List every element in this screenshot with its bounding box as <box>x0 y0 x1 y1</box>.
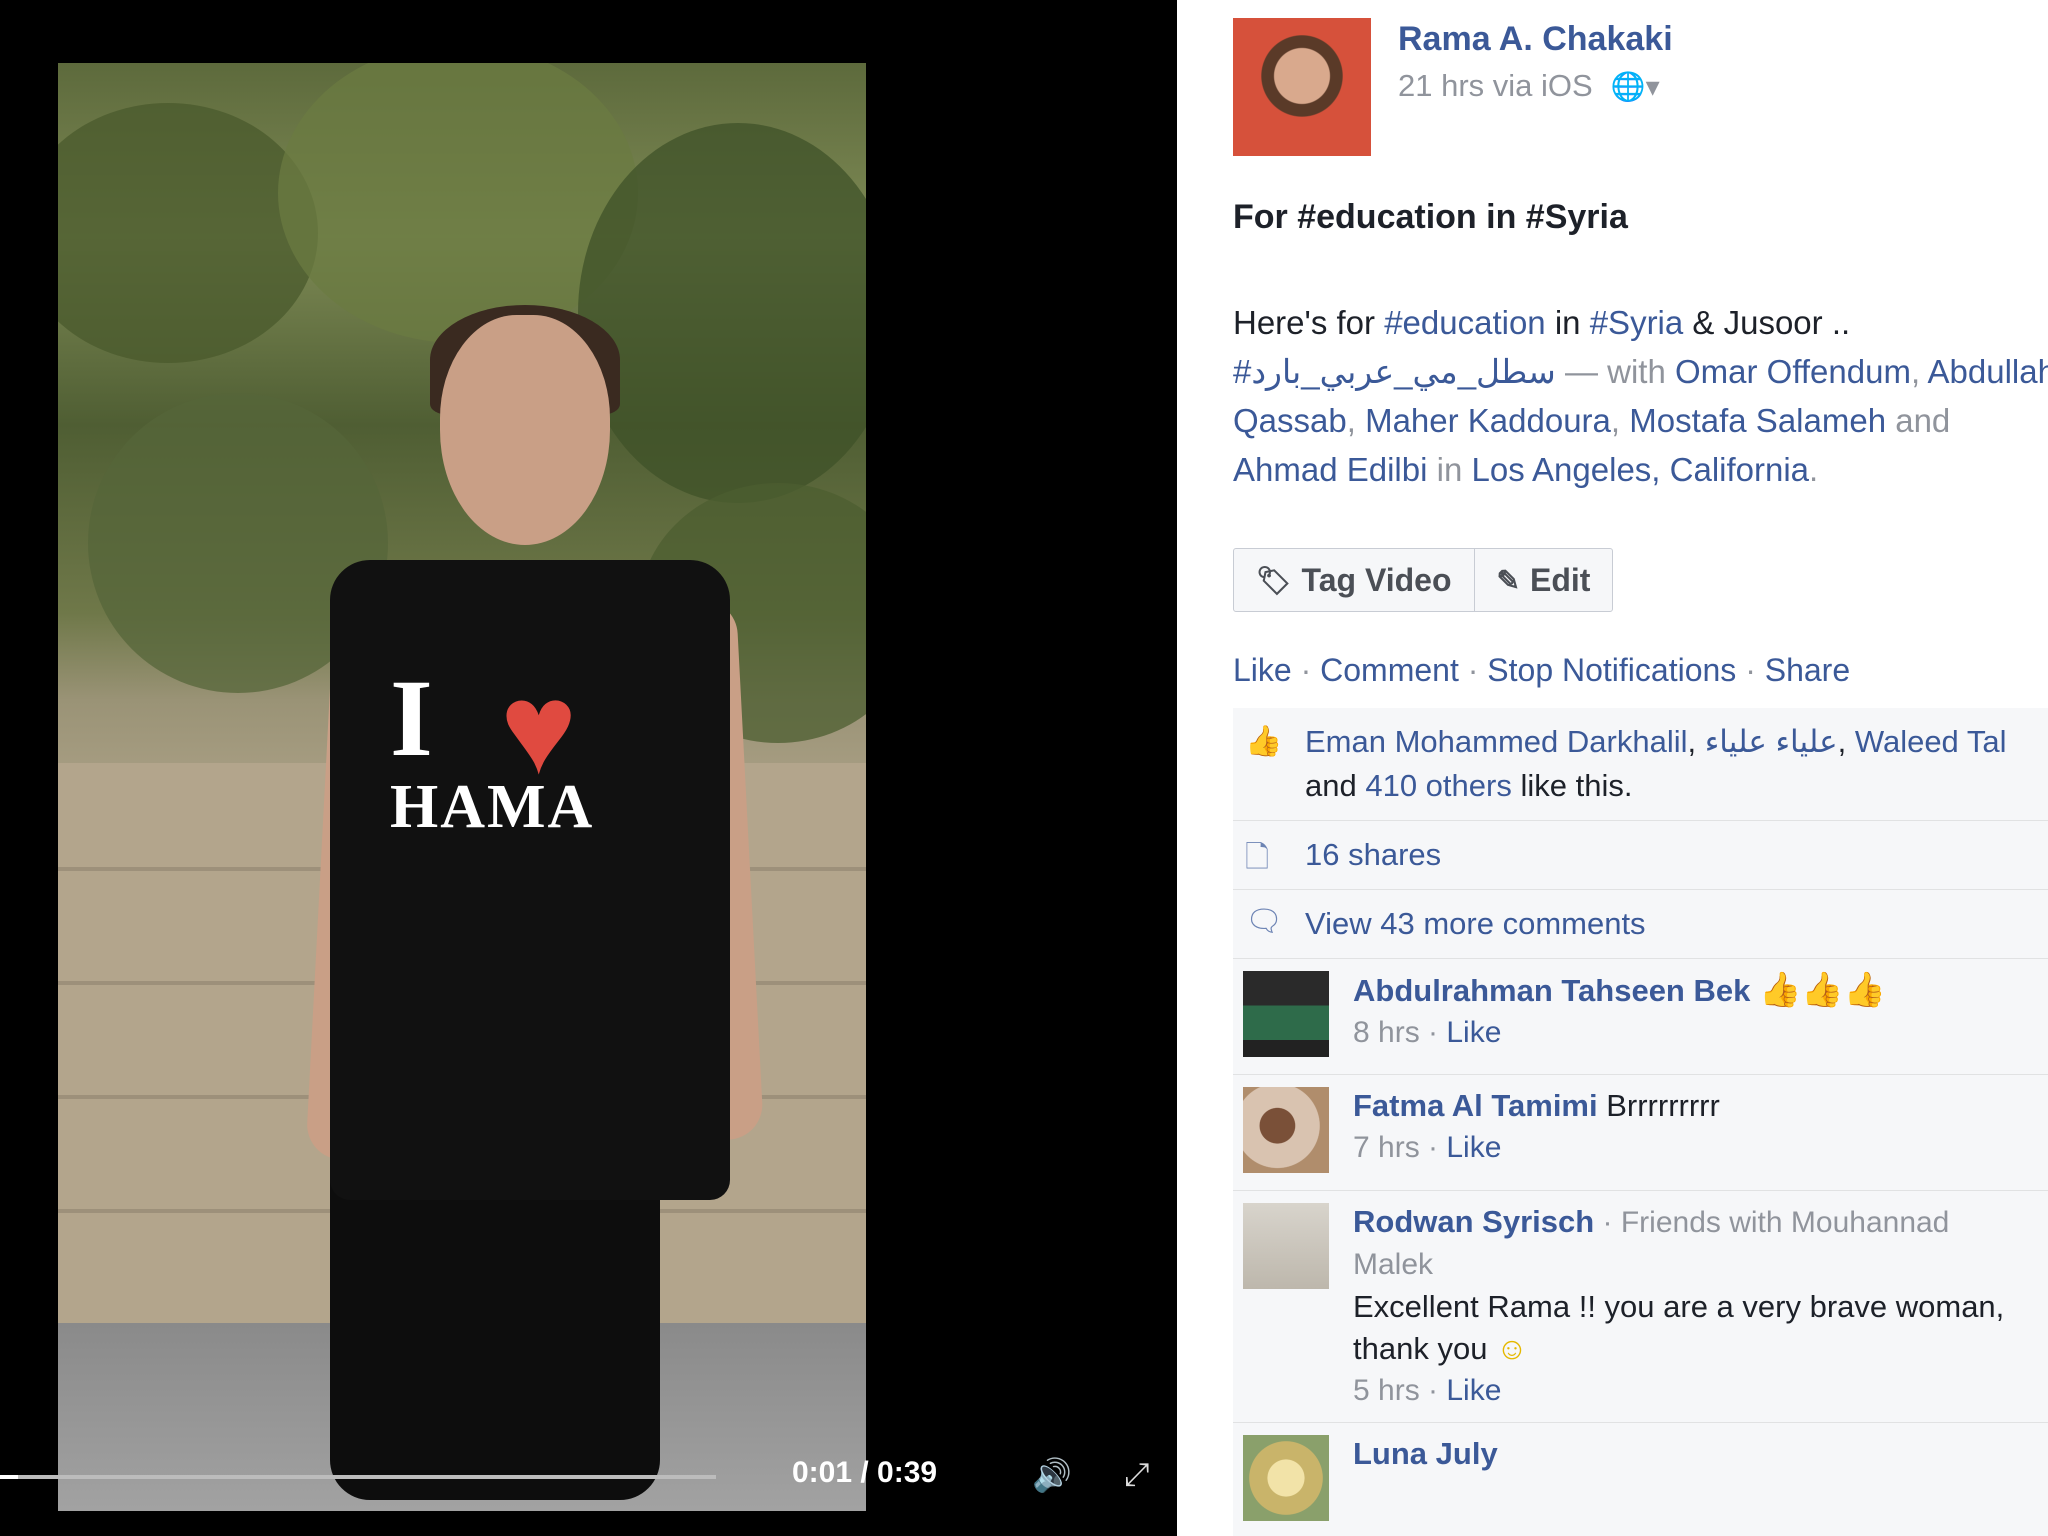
likes-text: like this. <box>1511 768 1633 803</box>
mutual-friends-text: · Friends with Mouhannad <box>1594 1206 1950 1239</box>
body-text: , <box>1346 402 1366 439</box>
time-display: 0:01 / 0:39 <box>792 1456 938 1489</box>
post-meta: 21 hrs via iOS 🌐▾ <box>1398 68 1660 104</box>
commenter-avatar[interactable] <box>1243 1087 1329 1173</box>
comment: Luna July <box>1233 1423 2048 1536</box>
commenter-name[interactable]: Abdulrahman Tahseen Bek <box>1353 973 1750 1008</box>
author-name[interactable]: Rama A. Chakaki <box>1398 20 1673 59</box>
shirt-print: I ♥ HAMA <box>390 655 670 843</box>
tagged-friend-link[interactable]: Maher Kaddoura <box>1365 402 1611 439</box>
edit-button[interactable]: ✎ Edit <box>1473 549 1613 611</box>
commenter-avatar[interactable] <box>1243 971 1329 1057</box>
separator: · <box>1736 652 1765 688</box>
author-avatar[interactable] <box>1233 18 1371 156</box>
comment-time[interactable]: 7 hrs <box>1353 1131 1420 1164</box>
progress-fill <box>0 1475 18 1479</box>
body-text: . <box>1809 451 1819 488</box>
separator: · <box>1291 652 1321 688</box>
volume-icon[interactable]: 🔊 <box>1032 1456 1072 1494</box>
commenter-avatar[interactable] <box>1243 1203 1329 1289</box>
post-action-links: Like · Comment · Stop Notifications · Sh… <box>1233 652 1850 689</box>
separator: · <box>1419 1374 1447 1407</box>
thumbs-up-icon: 👍 <box>1245 725 1283 758</box>
likes-text: and <box>1305 768 1366 803</box>
video-controls: 0:01 / 0:39 🔊 ⤢ <box>0 1430 1177 1520</box>
liker-link[interactable]: Waleed Tal <box>1855 724 2007 759</box>
view-more-comments-link[interactable]: View 43 more comments <box>1305 906 1646 941</box>
comment: Rodwan Syrisch · Friends with Mouhannad … <box>1233 1191 2048 1423</box>
view-more-row: 🗨 View 43 more comments <box>1233 890 2048 959</box>
commenter-avatar[interactable] <box>1243 1435 1329 1521</box>
like-link[interactable]: Like <box>1233 652 1292 688</box>
post-time[interactable]: 21 hrs via iOS <box>1398 68 1593 103</box>
post-panel: Rama A. Chakaki 21 hrs via iOS 🌐▾ For #ed… <box>1177 0 2048 1536</box>
commenter-name[interactable]: Fatma Al Tamimi <box>1353 1088 1598 1123</box>
person-head <box>440 315 610 545</box>
body-text: and <box>1886 402 1951 439</box>
stop-notifications-link[interactable]: Stop Notifications <box>1487 652 1736 688</box>
video-player[interactable]: I ♥ HAMA 0:01 / 0:39 🔊 ⤢ <box>0 0 1177 1536</box>
body-text: Here's for <box>1233 304 1385 341</box>
likes-row: 👍 Eman Mohammed Darkhalil, علياء علياء, … <box>1233 708 2048 821</box>
globe-icon[interactable]: 🌐▾ <box>1611 71 1660 102</box>
separator: · <box>1458 652 1488 688</box>
smiley-icon: ☺ <box>1496 1331 1528 1366</box>
heart-icon: ♥ <box>500 658 578 802</box>
comment-text: thank you <box>1353 1331 1488 1366</box>
comment-link[interactable]: Comment <box>1320 652 1459 688</box>
post-title: For #education in #Syria <box>1233 198 1628 236</box>
tag-video-button[interactable]: 🏷 Tag Video <box>1234 549 1474 611</box>
post-action-buttons: 🏷 Tag Video ✎ Edit <box>1233 548 1614 612</box>
comment-text: Excellent Rama !! you are a very brave w… <box>1353 1289 2005 1324</box>
separator: · <box>1419 1131 1447 1164</box>
comment-like-link[interactable]: Like <box>1446 1016 1501 1049</box>
tag-video-label: Tag Video <box>1301 561 1452 598</box>
body-text: , <box>1610 402 1630 439</box>
comment-time[interactable]: 8 hrs <box>1353 1016 1420 1049</box>
post-body: Here's for #education in #Syria & Jusoor… <box>1233 298 2048 494</box>
body-text: , <box>1910 353 1928 390</box>
tagged-friend-link[interactable]: Qassab <box>1233 402 1347 439</box>
body-text: — with <box>1555 353 1675 390</box>
hashtag-link[interactable]: #Syria <box>1590 304 1684 341</box>
mutual-friends-text: Malek <box>1353 1248 1434 1281</box>
liker-link[interactable]: علياء علياء <box>1705 724 1838 759</box>
separator: , <box>1687 724 1705 759</box>
comment-time[interactable]: 5 hrs <box>1353 1374 1420 1407</box>
fullscreen-icon[interactable]: ⤢ <box>1124 1456 1150 1494</box>
comment: Fatma Al Tamimi Brrrrrrrrr 7 hrs · Like <box>1233 1075 2048 1191</box>
comment-text: Brrrrrrrrr <box>1606 1088 1720 1123</box>
tagged-friend-link[interactable]: Abdullah <box>1928 353 2048 390</box>
edit-label: Edit <box>1529 561 1591 598</box>
body-text: in <box>1545 304 1590 341</box>
body-text: & Jusoor .. <box>1683 304 1851 341</box>
separator: , <box>1837 724 1855 759</box>
thumbs-up-icon: 👍👍👍 <box>1758 971 1886 1009</box>
hashtag-link[interactable]: #education <box>1384 304 1545 341</box>
tagged-friend-link[interactable]: Mostafa Salameh <box>1629 402 1886 439</box>
comment-like-link[interactable]: Like <box>1446 1131 1501 1164</box>
tag-icon: 🏷 <box>1256 564 1292 596</box>
shares-row: 🗋 16 shares <box>1233 821 2048 890</box>
body-text: in <box>1427 451 1472 488</box>
progress-bar[interactable] <box>0 1475 716 1479</box>
share-icon: 🗋 <box>1245 841 1270 874</box>
share-link[interactable]: Share <box>1765 652 1850 688</box>
shares-link[interactable]: 16 shares <box>1305 837 1441 872</box>
liker-link[interactable]: Eman Mohammed Darkhalil <box>1305 724 1687 759</box>
comment-like-link[interactable]: Like <box>1446 1374 1501 1407</box>
feedback-section: 👍 Eman Mohammed Darkhalil, علياء علياء, … <box>1233 708 2048 1536</box>
separator: · <box>1419 1016 1447 1049</box>
tagged-friend-link[interactable]: Omar Offendum <box>1675 353 1911 390</box>
commenter-name[interactable]: Rodwan Syrisch <box>1353 1204 1594 1239</box>
tagged-friend-link[interactable]: Ahmad Edilbi <box>1233 451 1427 488</box>
pencil-icon: ✎ <box>1496 564 1520 596</box>
comment: Abdulrahman Tahseen Bek 👍👍👍 8 hrs · Like <box>1233 959 2048 1075</box>
foliage <box>58 103 318 363</box>
location-link[interactable]: Los Angeles, California <box>1471 451 1809 488</box>
others-likes-link[interactable]: 410 others <box>1365 768 1512 803</box>
hashtag-link[interactable]: #سطل_مي_عربي_بارد <box>1233 353 1556 390</box>
commenter-name[interactable]: Luna July <box>1353 1436 1498 1471</box>
comment-bubble-icon: 🗨 <box>1245 905 1284 938</box>
